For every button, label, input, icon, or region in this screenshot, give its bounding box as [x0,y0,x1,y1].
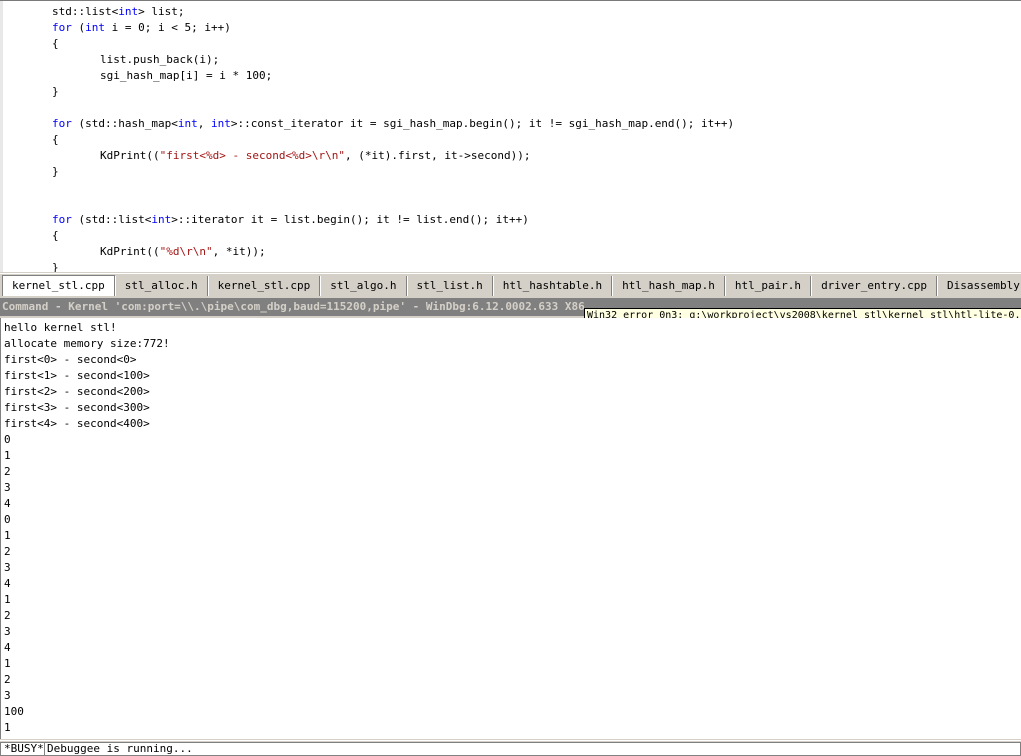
code-line: KdPrint(("%d\r\n", *it)); [0,244,734,260]
source-editor[interactable]: std::list<int> list; for (int i = 0; i < … [0,0,1021,272]
code-line: for (int i = 0; i < 5; i++) [0,20,734,36]
file-tabs: kernel_stl.cpp stl_alloc.h kernel_stl.cpp s… [2,275,1021,296]
output-line: 0 [4,433,11,446]
output-line: 3 [4,481,11,494]
code-text: } [52,261,59,272]
output-line: 100 [4,705,24,718]
code-keyword: for [52,21,72,34]
code-line: for (std::hash_map<int, int>::const_iter… [0,116,734,132]
code-text: { [52,229,59,242]
status-bar: *BUSY* Debuggee is running... [0,740,1021,756]
code-text: { [52,133,59,146]
code-text: } [52,85,59,98]
busy-indicator: *BUSY* [0,742,48,756]
file-tab[interactable]: htl_pair.h [724,276,812,296]
code-keyword: int [85,21,105,34]
output-line: allocate memory size:772! [4,337,170,350]
code-line: } [0,164,734,180]
code-text: , (*it).first, it->second)); [345,149,531,162]
output-line: 2 [4,673,11,686]
code-string: "%d\r\n" [159,245,213,258]
output-line: 4 [4,641,11,654]
file-tab[interactable]: stl_algo.h [320,276,407,296]
output-line: 1 [4,529,11,542]
output-line: first<2> - second<200> [4,385,150,398]
command-output[interactable]: hello kernel stl! allocate memory size:77… [0,318,1021,739]
code-text: KdPrint(( [100,149,160,162]
code-text: KdPrint(( [100,245,160,258]
code-string: "first<%d> - second<%d>\r\n" [159,149,346,162]
output-line: first<0> - second<0> [4,353,137,366]
code-text: , *it)); [212,245,266,258]
code-text: (std::hash_map< [71,117,178,130]
code-line: } [0,84,734,100]
file-tab[interactable]: htl_hash_map.h [612,276,725,296]
file-tab[interactable]: htl_hashtable.h [492,276,613,296]
file-tab[interactable]: kernel_stl.cpp [2,275,115,296]
code-keyword: int [210,117,231,130]
code-text: , [197,117,211,130]
output-line: 1 [4,449,11,462]
code-line: std::list<int> list; [0,4,734,20]
code-keyword: int [151,213,172,226]
output-line: 1 [4,593,11,606]
output-line: 1 [4,721,11,734]
code-text: >::iterator it = list.begin(); it != lis… [171,213,529,226]
output-line: 3 [4,561,11,574]
file-tab[interactable]: Disassembly [937,276,1021,296]
code-line: for (std::list<int>::iterator it = list.… [0,212,734,228]
output-line: 2 [4,465,11,478]
file-tab[interactable]: driver_entry.cpp [811,276,938,296]
code-lines: std::list<int> list; for (int i = 0; i < … [0,4,734,272]
output-line: first<4> - second<400> [4,417,150,430]
output-line: hello kernel stl! [4,321,117,334]
file-tab[interactable]: stl_list.h [406,276,493,296]
code-text: > list; [138,5,185,18]
output-line: first<3> - second<300> [4,401,150,414]
output-line: first<1> - second<100> [4,369,150,382]
code-keyword: int [118,5,139,18]
code-text: } [52,165,59,178]
output-lines: hello kernel stl! allocate memory size:77… [1,320,170,736]
output-line: 3 [4,689,11,702]
code-text: >::const_iterator it = sgi_hash_map.begi… [230,117,735,130]
code-keyword: for [52,117,72,130]
code-line: { [0,228,734,244]
file-tab[interactable]: kernel_stl.cpp [207,276,321,296]
code-line: sgi_hash_map[i] = i * 100; [0,68,734,84]
code-text: { [52,37,59,50]
output-line: 1 [4,657,11,670]
code-text: ( [71,21,86,34]
output-line: 4 [4,577,11,590]
code-line: } [0,260,734,272]
status-message: Debuggee is running... [44,742,1021,756]
code-keyword: int [177,117,198,130]
code-text: std::list< [52,5,119,18]
code-text: sgi_hash_map[i] = i * 100; [100,69,273,82]
file-tab[interactable]: stl_alloc.h [114,276,208,296]
output-line: 2 [4,609,11,622]
code-text: i = 0; i < 5; i++) [105,21,231,34]
code-line: { [0,36,734,52]
output-line: 2 [4,545,11,558]
file-tab-bar: kernel_stl.cpp stl_alloc.h kernel_stl.cpp s… [0,273,1021,297]
code-text: (std::list< [71,213,152,226]
output-line: 3 [4,625,11,638]
code-keyword: for [52,213,72,226]
code-line: list.push_back(i); [0,52,734,68]
code-text: list.push_back(i); [100,53,220,66]
code-line: KdPrint(("first<%d> - second<%d>\r\n", (… [0,148,734,164]
output-line: 4 [4,497,11,510]
code-line: { [0,132,734,148]
output-line: 0 [4,513,11,526]
